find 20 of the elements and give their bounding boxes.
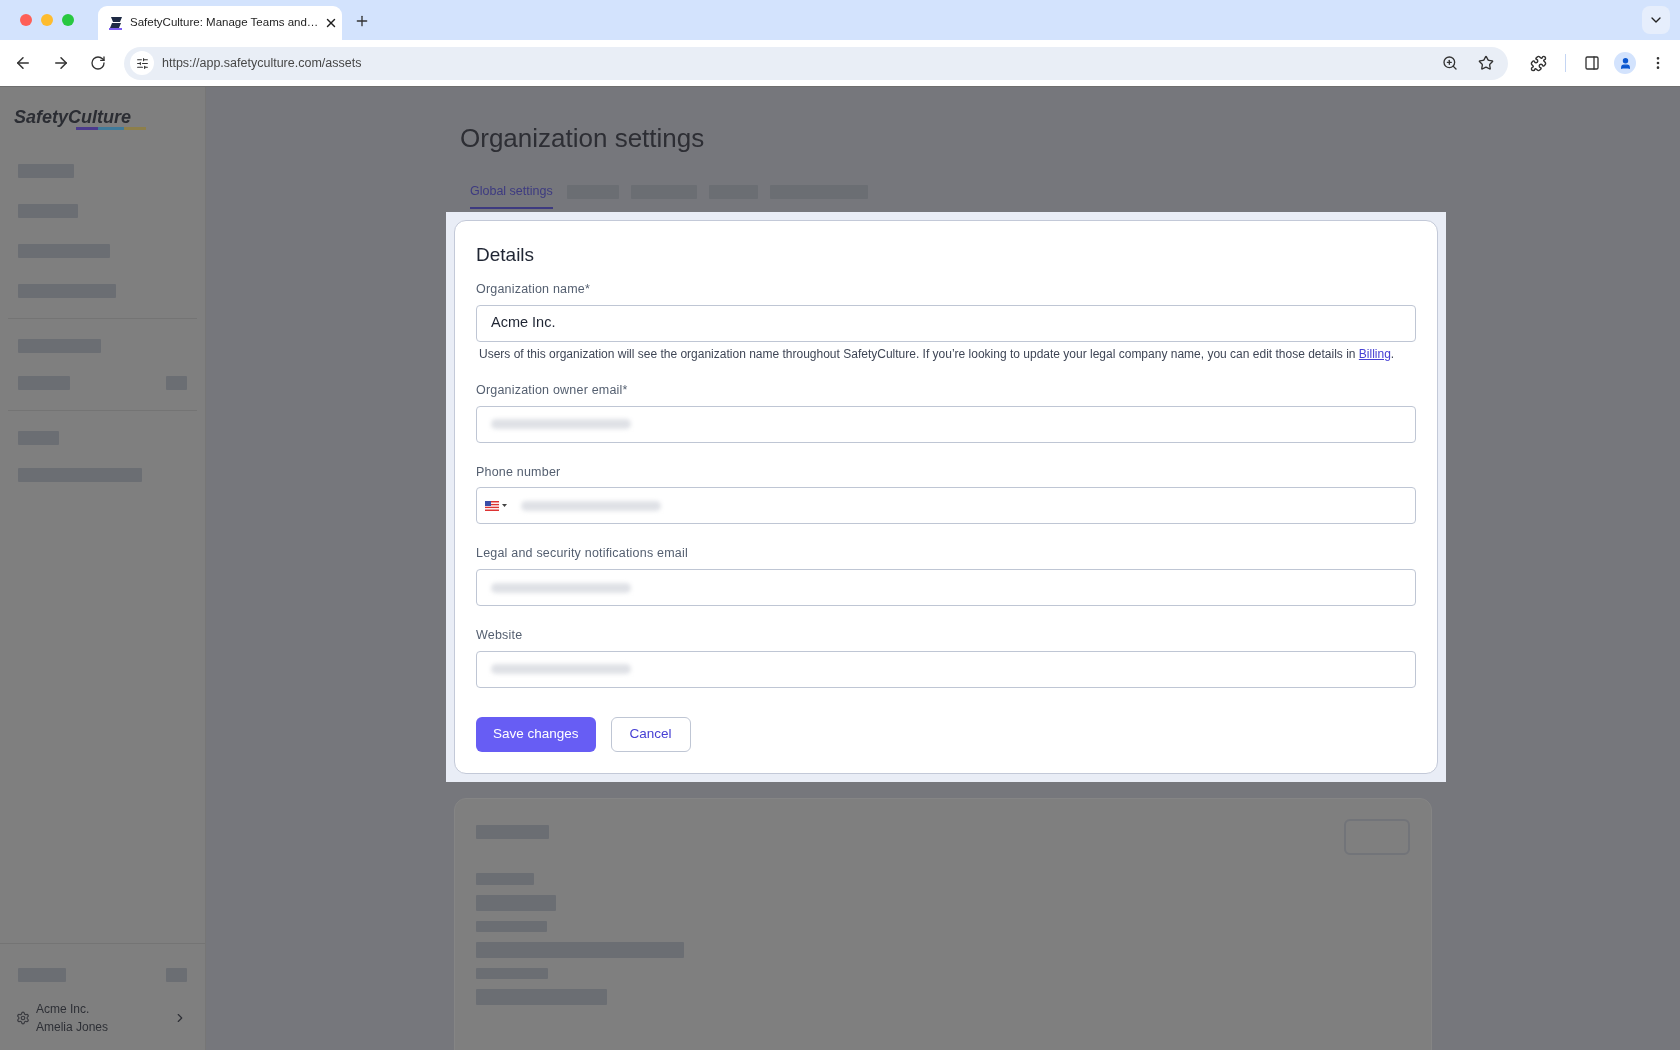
help-text: Users of this organization will see the organization name throughout SafetyCulture. If you’re looking to update your legal company name, you can edit those details in Billing. [478,346,1396,361]
field-label: Organization owner email* [476,381,629,399]
page-title: Organization settings [459,122,706,154]
logo: SafetyCulture [14,107,132,127]
input-field[interactable]: Acme Inc. [476,304,1416,342]
billing-link[interactable]: Billing [1358,346,1391,361]
card-title: Details [476,243,536,267]
url-text: https://app.safetyculture.com/assets [162,54,362,72]
browser-tab[interactable]: SafetyCulture: Manage Teams and… [98,6,342,40]
field-label: Organization name* [476,281,592,298]
field-label: Legal and security notifications email [476,545,689,563]
field-value: Acme Inc. [491,313,556,333]
field-label: Phone number [476,463,562,481]
tab-title: SafetyCulture: Manage Teams and… [130,15,319,31]
address-bar[interactable]: https://app.safetyculture.com/assets [124,46,1508,80]
cancel-button[interactable]: Cancel [610,716,691,752]
organization-name: Acme Inc. [36,1001,91,1018]
save-button[interactable]: Save changes [476,716,596,752]
user-name: Amelia Jones [36,1019,109,1036]
field-label: Website [476,627,524,644]
